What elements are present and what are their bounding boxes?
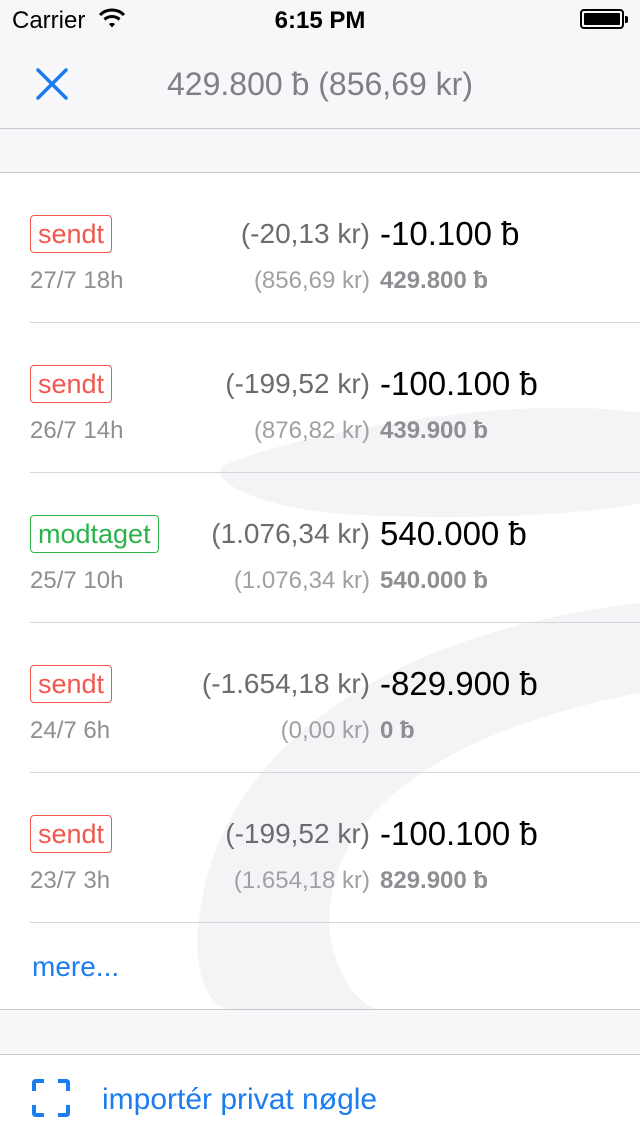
balance-title: 429.800 ƀ (856,69 kr) <box>167 66 473 102</box>
import-private-key-row[interactable]: importér privat nøgle <box>0 1054 640 1137</box>
balance-fiat: (1.654,18 kr) <box>233 867 370 894</box>
transaction-date: 26/7 14h <box>30 417 124 444</box>
transaction-row[interactable]: sendt 24/7 6h (-1.654,18 kr) -829.900 ƀ … <box>0 623 640 773</box>
status-bar: Carrier 6:15 PM <box>0 0 640 40</box>
status-time: 6:15 PM <box>274 7 366 34</box>
balance-amount: 439.900 ƀ <box>380 417 489 444</box>
transaction-amount: -10.100 ƀ <box>380 215 520 252</box>
status-badge: sendt <box>30 365 113 403</box>
balance-fiat: (876,82 kr) <box>253 417 370 444</box>
transaction-list: sendt 27/7 18h (-20,13 kr) -10.100 ƀ (85… <box>0 172 640 1010</box>
transaction-fiat-amount: (-199,52 kr) <box>225 368 370 399</box>
transaction-row[interactable]: sendt 23/7 3h (-199,52 kr) -100.100 ƀ (1… <box>0 773 640 923</box>
transaction-amount: -829.900 ƀ <box>380 665 538 702</box>
status-badge: sendt <box>30 215 113 253</box>
row-separator <box>30 922 640 923</box>
transaction-amount: 540.000 ƀ <box>380 515 527 552</box>
balance-fiat: (856,69 kr) <box>253 267 370 294</box>
transaction-fiat-amount: (1.076,34 kr) <box>211 518 370 549</box>
transaction-date: 24/7 6h <box>30 717 111 744</box>
transaction-fiat-amount: (-20,13 kr) <box>240 218 370 249</box>
import-private-key-label: importér privat nøgle <box>102 1083 378 1116</box>
transaction-date: 27/7 18h <box>30 267 124 294</box>
transaction-fiat-amount: (-199,52 kr) <box>225 818 370 849</box>
status-badge: sendt <box>30 815 113 853</box>
balance-amount: 829.900 ƀ <box>380 867 489 894</box>
balance-amount: 540.000 ƀ <box>380 567 489 594</box>
transaction-row[interactable]: modtaget 25/7 10h (1.076,34 kr) 540.000 … <box>0 473 640 623</box>
transaction-date: 23/7 3h <box>30 867 111 894</box>
transaction-amount: -100.100 ƀ <box>380 815 538 852</box>
battery-icon <box>580 9 628 29</box>
transaction-fiat-amount: (-1.654,18 kr) <box>201 668 370 699</box>
balance-fiat: (0,00 kr) <box>280 717 370 744</box>
navigation-bar: 429.800 ƀ (856,69 kr) <box>0 40 640 129</box>
transaction-row[interactable]: sendt 27/7 18h (-20,13 kr) -10.100 ƀ (85… <box>0 173 640 323</box>
transaction-date: 25/7 10h <box>30 567 124 594</box>
scan-icon <box>32 1079 70 1117</box>
balance-fiat: (1.076,34 kr) <box>233 567 370 594</box>
balance-amount: 429.800 ƀ <box>380 267 489 294</box>
battery-fill <box>584 13 620 25</box>
status-badge: sendt <box>30 665 113 703</box>
transaction-row[interactable]: sendt 26/7 14h (-199,52 kr) -100.100 ƀ (… <box>0 323 640 473</box>
balance-amount: 0 ƀ <box>380 717 415 744</box>
transaction-amount: -100.100 ƀ <box>380 365 538 402</box>
status-badge: modtaget <box>30 515 159 553</box>
more-link[interactable]: mere... <box>32 951 119 983</box>
